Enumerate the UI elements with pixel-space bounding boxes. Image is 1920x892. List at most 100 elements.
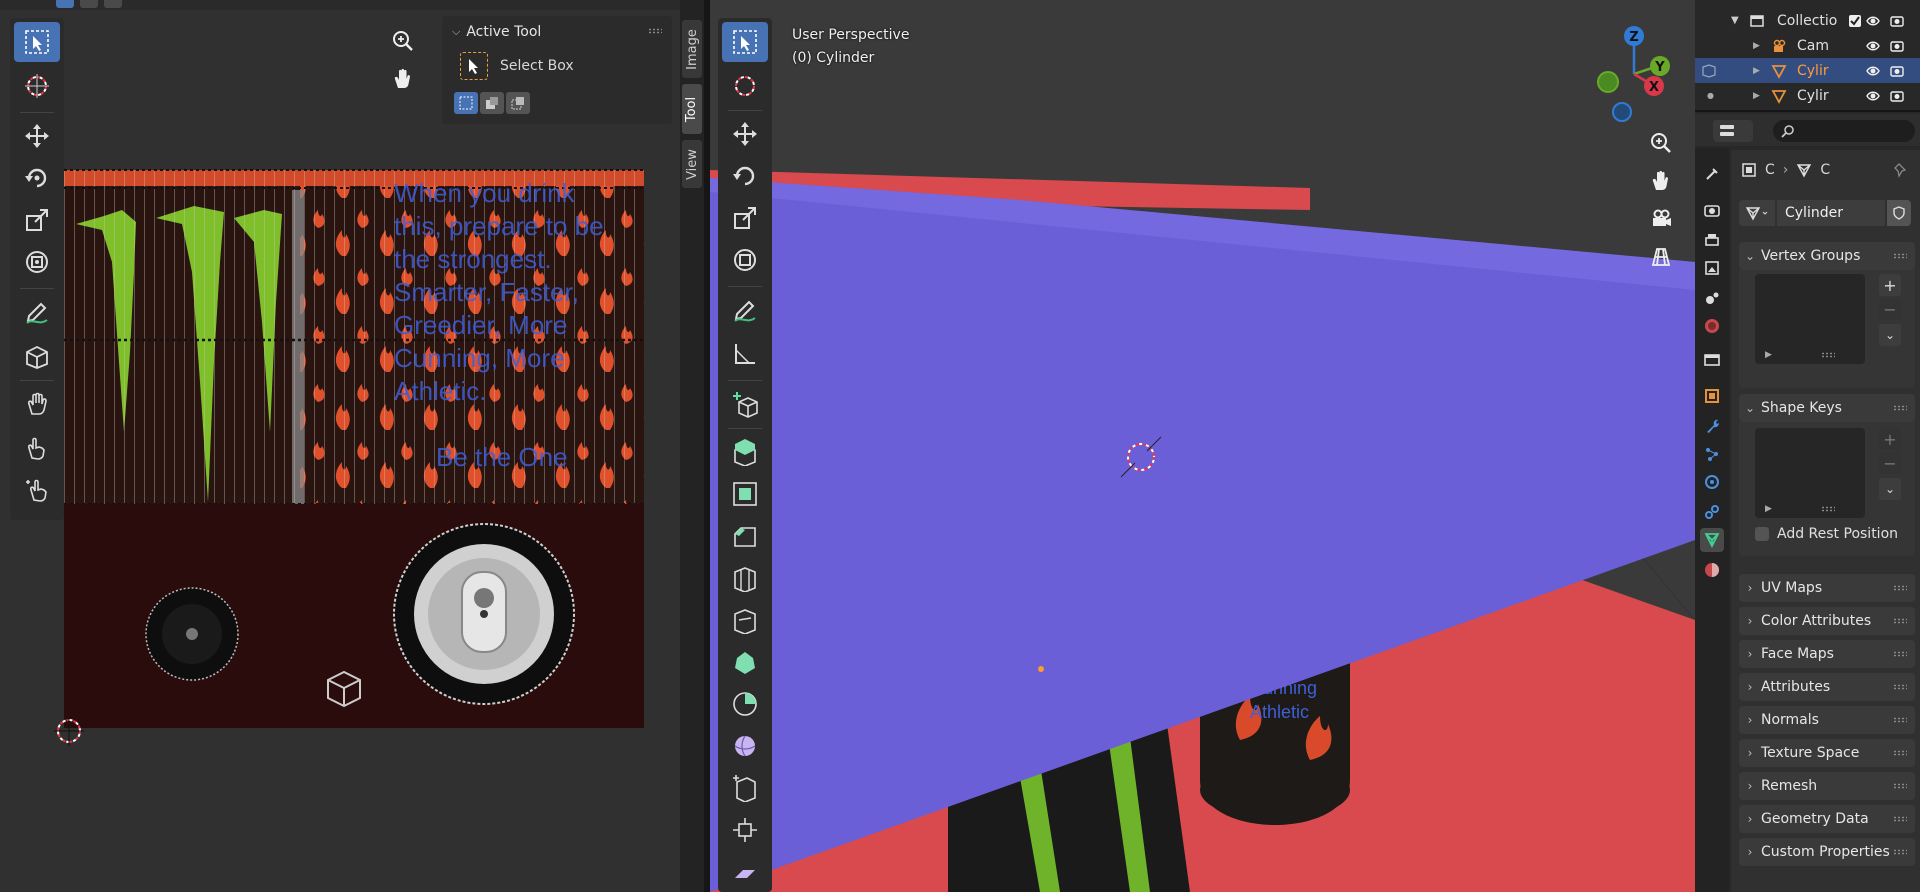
properties-search-input[interactable]	[1773, 120, 1915, 142]
panel-face-maps[interactable]: › Face Maps	[1739, 640, 1915, 668]
3d-viewport[interactable]: Greedier Cunning Athletic User Perspecti…	[710, 0, 1695, 892]
drag-handle[interactable]	[1893, 849, 1907, 855]
pinch-tool[interactable]	[14, 384, 60, 424]
select-box-tool[interactable]	[722, 22, 768, 62]
tab-material[interactable]	[1700, 558, 1724, 582]
drag-handle[interactable]	[1893, 253, 1907, 259]
expand-right-icon[interactable]: ▶	[1765, 350, 1772, 360]
add-vertex-group-button[interactable]: +	[1879, 274, 1901, 296]
cursor-tool[interactable]	[722, 66, 768, 106]
render-camera-icon[interactable]	[1890, 64, 1904, 78]
editor-type-button[interactable]	[1713, 120, 1753, 142]
panel-uv-maps[interactable]: › UV Maps	[1739, 574, 1915, 602]
ortho-toggle-button[interactable]	[1644, 240, 1678, 274]
drag-handle[interactable]	[1893, 684, 1907, 690]
tab-mesh-data[interactable]	[1700, 528, 1724, 552]
uv-editor[interactable]: When you drink this, prepare to be the s…	[0, 0, 680, 892]
pan-view-button[interactable]	[386, 62, 420, 96]
select-mode-chip[interactable]	[80, 0, 98, 8]
panel-header[interactable]: ⌵ Active Tool	[452, 22, 541, 42]
move-tool[interactable]	[14, 116, 60, 156]
tab-modifiers[interactable]	[1700, 414, 1724, 438]
add-cube-tool[interactable]	[722, 384, 768, 424]
mode-subtract-button[interactable]	[506, 92, 530, 114]
shape-key-menu-button[interactable]: ⌄	[1879, 478, 1901, 500]
measure-tool[interactable]	[722, 334, 768, 374]
eye-icon[interactable]	[1866, 39, 1880, 53]
2d-cursor-icon[interactable]	[52, 714, 86, 748]
uv-texture-image[interactable]: When you drink this, prepare to be the s…	[64, 152, 644, 728]
drag-handle[interactable]	[1893, 717, 1907, 723]
render-camera-icon[interactable]	[1890, 14, 1904, 28]
select-mode-chip[interactable]	[104, 0, 122, 8]
select-box-tool[interactable]	[14, 22, 60, 62]
expand-right-icon[interactable]: ▶	[1765, 504, 1772, 514]
mode-extend-button[interactable]	[480, 92, 504, 114]
eye-icon[interactable]	[1866, 89, 1880, 103]
panel-remesh[interactable]: › Remesh	[1739, 772, 1915, 800]
select-mode-chip[interactable]	[56, 0, 74, 8]
zoom-view-button[interactable]	[1644, 126, 1678, 160]
shrink-fatten-tool[interactable]	[722, 810, 768, 850]
active-tool-row[interactable]: Select Box	[460, 52, 574, 80]
cursor-tool[interactable]	[14, 66, 60, 106]
scale-tool[interactable]	[722, 198, 768, 238]
remove-vertex-group-button[interactable]: −	[1879, 298, 1901, 320]
annotate-tool[interactable]	[722, 290, 768, 330]
bevel-tool[interactable]	[722, 516, 768, 556]
expand-right-icon[interactable]: ▶	[1753, 91, 1760, 101]
navigation-gizmo[interactable]: Z Y X	[1586, 24, 1682, 124]
tab-particles[interactable]	[1700, 442, 1724, 466]
render-camera-icon[interactable]	[1890, 89, 1904, 103]
mesh-datablock-selector[interactable]: Cylinder	[1739, 200, 1911, 226]
render-camera-icon[interactable]	[1890, 39, 1904, 53]
drag-handle[interactable]	[1893, 618, 1907, 624]
tab-tool[interactable]	[1700, 162, 1724, 186]
panel-shape-keys[interactable]: ⌄ Shape Keys	[1739, 394, 1915, 422]
outliner-row-camera[interactable]: ▶ Cam	[1695, 33, 1920, 58]
grab-tool[interactable]	[14, 336, 60, 376]
camera-view-button[interactable]	[1644, 202, 1678, 236]
resize-handle[interactable]	[1821, 352, 1835, 358]
resize-handle[interactable]	[1821, 506, 1835, 512]
tab-world[interactable]	[1700, 314, 1724, 338]
outliner-row-cylinder[interactable]: ● ▶ Cylir	[1695, 83, 1920, 108]
tab-object[interactable]	[1700, 384, 1724, 408]
outliner-row-collection[interactable]: ▼ Collectio	[1695, 8, 1920, 33]
panel-normals[interactable]: › Normals	[1739, 706, 1915, 734]
loop-cut-tool[interactable]	[722, 558, 768, 598]
tab-output[interactable]	[1700, 228, 1724, 252]
tab-constraints[interactable]	[1700, 500, 1724, 524]
zoom-view-button[interactable]	[386, 24, 420, 58]
drag-handle[interactable]	[1893, 585, 1907, 591]
vertex-group-menu-button[interactable]: ⌄	[1879, 324, 1901, 346]
scale-tool[interactable]	[14, 200, 60, 240]
tab-view[interactable]: View	[682, 140, 702, 188]
tab-scene[interactable]	[1700, 286, 1724, 310]
rip-tool[interactable]	[14, 470, 60, 510]
fake-user-button[interactable]	[1887, 200, 1911, 226]
drag-handle[interactable]	[1893, 816, 1907, 822]
drag-handle[interactable]	[648, 28, 662, 34]
transform-tool[interactable]	[14, 242, 60, 282]
expand-right-icon[interactable]: ▶	[1753, 66, 1760, 76]
extrude-tool[interactable]	[722, 432, 768, 472]
expand-down-icon[interactable]: ▼	[1731, 15, 1739, 26]
tab-render[interactable]	[1700, 198, 1724, 222]
eye-icon[interactable]	[1866, 64, 1880, 78]
inset-tool[interactable]	[722, 474, 768, 514]
mesh-browse-button[interactable]	[1739, 200, 1775, 226]
vertex-groups-list[interactable]: ▶	[1755, 274, 1865, 364]
drag-handle[interactable]	[1893, 750, 1907, 756]
knife-tool[interactable]	[722, 600, 768, 640]
pan-view-button[interactable]	[1644, 164, 1678, 198]
edge-slide-tool[interactable]	[722, 768, 768, 808]
panel-attributes[interactable]: › Attributes	[1739, 673, 1915, 701]
add-shape-key-button[interactable]: +	[1879, 428, 1901, 450]
outliner-row-cylinder-selected[interactable]: ▶ Cylir	[1695, 58, 1920, 83]
tab-view-layer[interactable]	[1700, 256, 1724, 280]
tab-collection[interactable]	[1700, 348, 1724, 372]
move-tool[interactable]	[722, 114, 768, 154]
panel-custom-properties[interactable]: › Custom Properties	[1739, 838, 1915, 866]
transform-tool[interactable]	[722, 240, 768, 280]
